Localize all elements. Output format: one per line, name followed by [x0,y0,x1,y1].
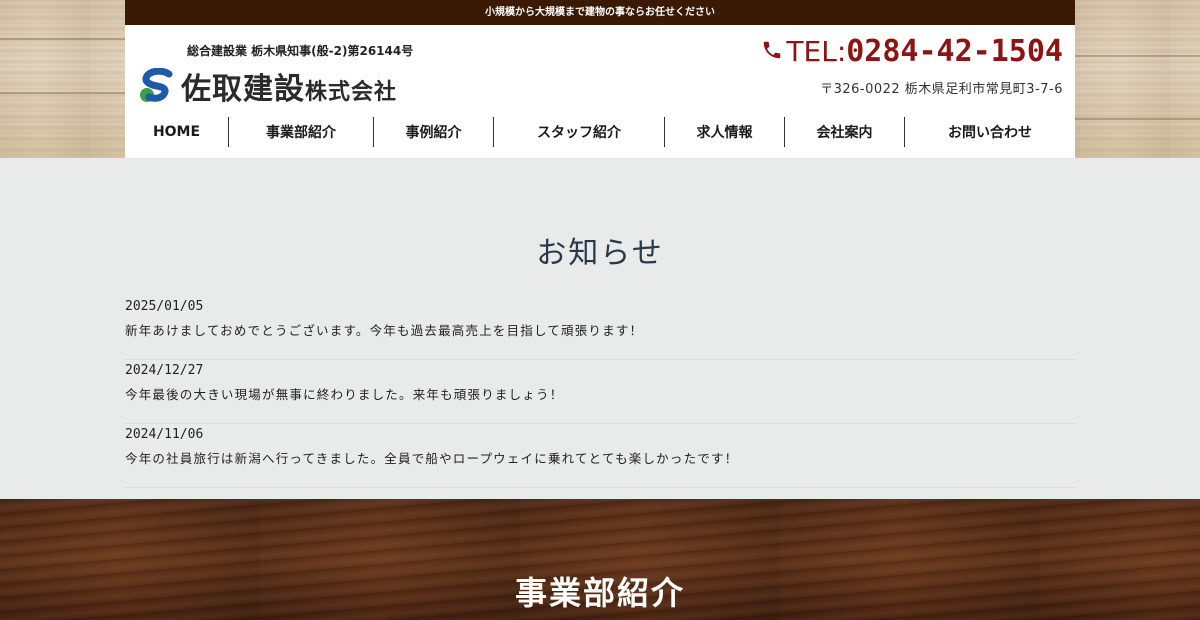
nav-item-contact[interactable]: お問い合わせ [905,117,1075,147]
news-item[interactable]: 2024/11/06 今年の社員旅行は新潟へ行ってきました。全員で船やロープウェ… [125,424,1075,488]
news-date: 2024/11/06 [125,427,204,442]
business-section-title: 事業部紹介 [514,574,685,612]
news-title: お知らせ [536,236,664,271]
nav-item-business[interactable]: 事業部紹介 [229,117,374,147]
nav-item-home[interactable]: HOME [125,117,229,147]
nav-item-recruit[interactable]: 求人情報 [665,117,785,147]
news-date: 2025/01/05 [125,299,204,314]
company-name: 佐取建設株式会社 [181,64,397,108]
tel-number[interactable]: 0284-42-1504 [846,34,1063,69]
company-name-suffix: 株式会社 [305,80,398,105]
phone-icon [761,39,783,65]
tagline-bar: 小規模から大規模まで建物の事ならお任せください [125,0,1075,25]
news-item[interactable]: 2024/12/27 今年最後の大きい現場が無事に終わりました。来年も頑張りまし… [125,360,1075,424]
phone-contact[interactable]: TEL: 0284-42-1504 [761,34,1063,69]
nav-item-cases[interactable]: 事例紹介 [374,117,494,147]
tel-label: TEL: [786,35,847,68]
company-address: 〒326-0022 栃木県足利市常見町3-7-6 [820,82,1063,97]
news-list: 2025/01/05 新年あけましておめでとうございます。今年も過去最高売上を目… [125,296,1075,488]
company-logo-mark-icon [137,67,175,104]
news-text: 今年最後の大きい現場が無事に終わりました。来年も頑張りましょう！ [125,387,564,402]
company-name-main: 佐取建設 [181,72,305,107]
main-nav: HOME 事業部紹介 事例紹介 スタッフ紹介 求人情報 会社案内 お問い合わせ [125,117,1075,147]
news-item[interactable]: 2025/01/05 新年あけましておめでとうございます。今年も過去最高売上を目… [125,296,1075,360]
license-text: 総合建設業 栃木県知事(般-2)第26144号 [187,44,414,58]
news-text: 今年の社員旅行は新潟へ行ってきました。全員で船やロープウェイに乗れてとても楽しか… [125,451,739,466]
site-header: 小規模から大規模まで建物の事ならお任せください 総合建設業 栃木県知事(般-2)… [125,0,1075,158]
company-logo[interactable]: 佐取建設株式会社 [137,64,397,108]
nav-item-staff[interactable]: スタッフ紹介 [494,117,665,147]
news-text: 新年あけましておめでとうございます。今年も過去最高売上を目指して頑張ります！ [125,323,644,338]
news-date: 2024/12/27 [125,363,204,378]
nav-item-company[interactable]: 会社案内 [785,117,905,147]
